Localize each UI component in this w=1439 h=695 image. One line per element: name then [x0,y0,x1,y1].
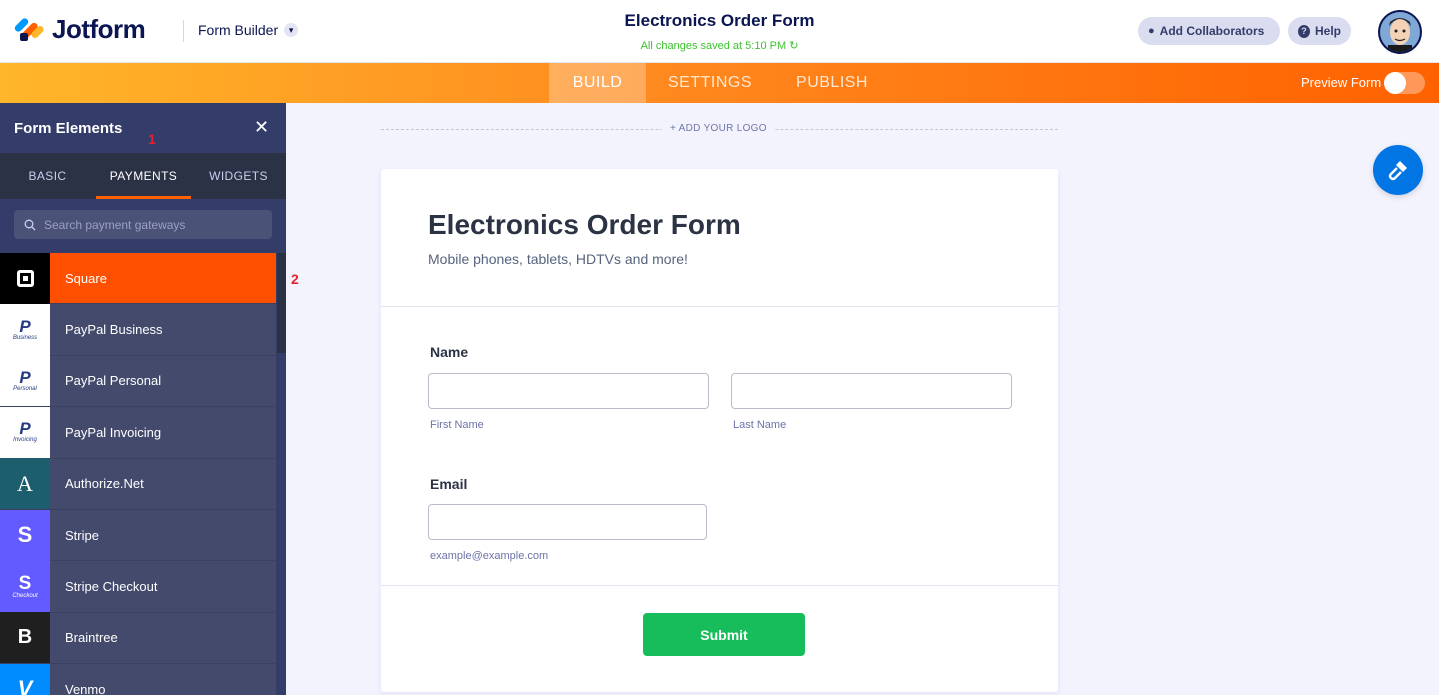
venmo-icon: V [0,663,50,695]
gateway-paypal-invoicing[interactable]: P Invoicing PayPal Invoicing [0,406,276,459]
payment-search [14,210,272,239]
sidebar-scrollbar[interactable] [277,253,286,353]
first-name-hint: First Name [430,419,484,431]
gateway-paypal-personal[interactable]: P Personal PayPal Personal [0,355,276,408]
form-subheading[interactable]: Mobile phones, tablets, HDTVs and more! [428,251,688,267]
form-designer-button[interactable] [1373,145,1423,195]
gateway-label: PayPal Invoicing [65,424,162,440]
jotform-logo[interactable]: Jotform [13,14,146,45]
gateway-label: PayPal Personal [65,373,162,389]
gateway-label: Venmo [65,681,106,695]
close-icon[interactable]: ✕ [254,117,269,138]
add-collaborators-button[interactable]: ● Add Collaborators [1138,17,1280,45]
paypal-icon: P Personal [0,355,50,407]
toggle-knob [1384,72,1406,94]
preview-form-label: Preview Form [1301,75,1382,90]
form-heading[interactable]: Electronics Order Form [428,209,741,241]
gateway-authorize-net[interactable]: A Authorize.Net [0,458,276,510]
tab-build[interactable]: BUILD [549,63,646,103]
refresh-icon: ↻ [789,40,799,52]
gateway-label: Braintree [65,630,118,646]
top-bar: Jotform Form Builder ▾ Electronics Order… [0,0,1439,63]
panel-title: Form Elements [14,120,123,137]
stripe-checkout-icon: S Checkout [0,561,50,613]
submit-button[interactable]: Submit [643,613,805,656]
add-logo-button[interactable]: + ADD YOUR LOGO [662,123,775,134]
gateway-stripe-checkout[interactable]: S Checkout Stripe Checkout [0,561,276,613]
last-name-input[interactable] [731,373,1012,409]
header-divider [183,20,184,42]
gateway-label: Stripe [65,527,99,543]
avatar-illustration [1380,12,1420,52]
gateway-paypal-business[interactable]: P Business PayPal Business [0,304,276,356]
header-separator [381,306,1058,307]
email-label: Email [430,476,468,492]
form-card: Electronics Order Form Mobile phones, ta… [381,169,1058,692]
braintree-icon: B [0,612,50,664]
square-icon [0,252,50,304]
authorize-net-icon: A [0,458,50,510]
paypal-invoicing-caption: Invoicing [13,437,37,444]
gateway-label: Stripe Checkout [65,579,158,595]
save-status-text: All changes saved at 5:10 PM [640,40,787,52]
search-input[interactable] [44,217,264,232]
preview-form-toggle[interactable] [1384,72,1425,94]
gateway-list: Square P Business PayPal Business P Pers… [0,252,276,695]
stripe-icon: S [0,509,50,561]
question-icon: ? [1298,24,1310,38]
tab-widgets[interactable]: WIDGETS [191,153,286,199]
gateway-stripe[interactable]: S Stripe [0,509,276,562]
form-builder-dropdown[interactable]: Form Builder ▾ [198,22,299,38]
jotform-logo-icon [13,15,45,45]
footer-separator [381,585,1058,586]
paypal-icon: P Invoicing [0,406,50,458]
gateway-square[interactable]: Square [0,252,276,305]
chevron-down-icon: ▾ [284,23,299,37]
user-avatar[interactable] [1378,10,1422,54]
tab-publish[interactable]: PUBLISH [774,63,890,103]
annotation-marker-1: 1 [148,131,156,147]
annotation-marker-2: 2 [291,271,299,287]
paypal-personal-caption: Personal [13,385,37,392]
panel-header: Form Elements 1 ✕ [0,103,286,153]
help-button[interactable]: ? Help [1288,17,1351,45]
name-label: Name [430,344,469,360]
add-collaborators-label: Add Collaborators [1159,24,1265,38]
gateway-braintree[interactable]: B Braintree [0,612,276,665]
stripe-checkout-caption: Checkout [12,593,38,600]
tab-basic[interactable]: BASIC [0,153,95,199]
first-name-input[interactable] [428,373,709,409]
email-hint: example@example.com [430,550,549,562]
tab-payments[interactable]: PAYMENTS [96,153,191,199]
help-label: Help [1314,24,1341,38]
email-input[interactable] [428,504,707,540]
tab-settings[interactable]: SETTINGS [646,63,774,103]
search-icon [24,219,36,230]
gateway-venmo[interactable]: V Venmo [0,663,276,695]
paypal-business-caption: Business [12,334,38,341]
gateway-label: PayPal Business [65,322,163,338]
form-builder-label: Form Builder [198,22,279,38]
form-elements-panel: Form Elements 1 ✕ BASIC PAYMENTS WIDGETS… [0,103,286,695]
paint-roller-icon [1388,161,1407,181]
builder-nav: BUILD SETTINGS PUBLISH Preview Form [0,63,1439,103]
brand-name: Jotform [52,14,146,44]
user-icon: ● [1148,25,1155,37]
last-name-hint: Last Name [733,419,787,431]
panel-tabs: BASIC PAYMENTS WIDGETS [0,153,286,199]
gateway-label: Square [65,270,107,286]
gateway-label: Authorize.Net [65,476,144,492]
paypal-icon: P Business [0,304,50,356]
